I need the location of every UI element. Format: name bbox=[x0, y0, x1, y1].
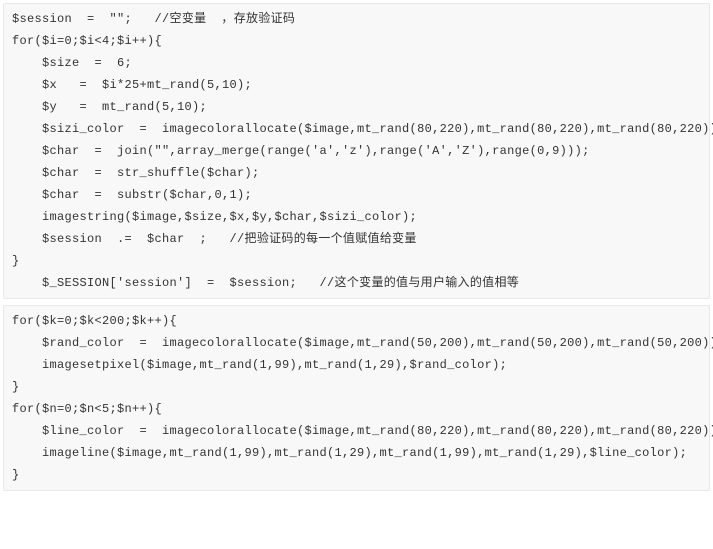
code-line: imagestring($image,$size,$x,$y,$char,$si… bbox=[12, 206, 701, 228]
code-line: $x = $i*25+mt_rand(5,10); bbox=[12, 74, 701, 96]
code-line: imageline($image,mt_rand(1,99),mt_rand(1… bbox=[12, 442, 701, 464]
code-line: $session .= $char ; //把验证码的每一个值赋值给变量 bbox=[12, 228, 701, 250]
code-line: $line_color = imagecolorallocate($image,… bbox=[12, 420, 701, 442]
code-line: $rand_color = imagecolorallocate($image,… bbox=[12, 332, 701, 354]
code-line: $char = substr($char,0,1); bbox=[12, 184, 701, 206]
code-line: for($n=0;$n<5;$n++){ bbox=[12, 398, 701, 420]
code-line: $char = join("",array_merge(range('a','z… bbox=[12, 140, 701, 162]
code-line: $session = ""; //空变量 ，存放验证码 bbox=[12, 8, 701, 30]
code-block-2: for($k=0;$k<200;$k++){ $rand_color = ima… bbox=[3, 305, 710, 491]
code-line: $size = 6; bbox=[12, 52, 701, 74]
code-line: } bbox=[12, 464, 701, 486]
code-line: for($k=0;$k<200;$k++){ bbox=[12, 310, 701, 332]
code-block-1: $session = ""; //空变量 ，存放验证码 for($i=0;$i<… bbox=[3, 3, 710, 299]
code-line: $char = str_shuffle($char); bbox=[12, 162, 701, 184]
code-line: for($i=0;$i<4;$i++){ bbox=[12, 30, 701, 52]
code-line: $sizi_color = imagecolorallocate($image,… bbox=[12, 118, 701, 140]
code-line: $y = mt_rand(5,10); bbox=[12, 96, 701, 118]
code-line: } bbox=[12, 250, 701, 272]
code-line: imagesetpixel($image,mt_rand(1,99),mt_ra… bbox=[12, 354, 701, 376]
code-line: $_SESSION['session'] = $session; //这个变量的… bbox=[12, 272, 701, 294]
code-line: } bbox=[12, 376, 701, 398]
